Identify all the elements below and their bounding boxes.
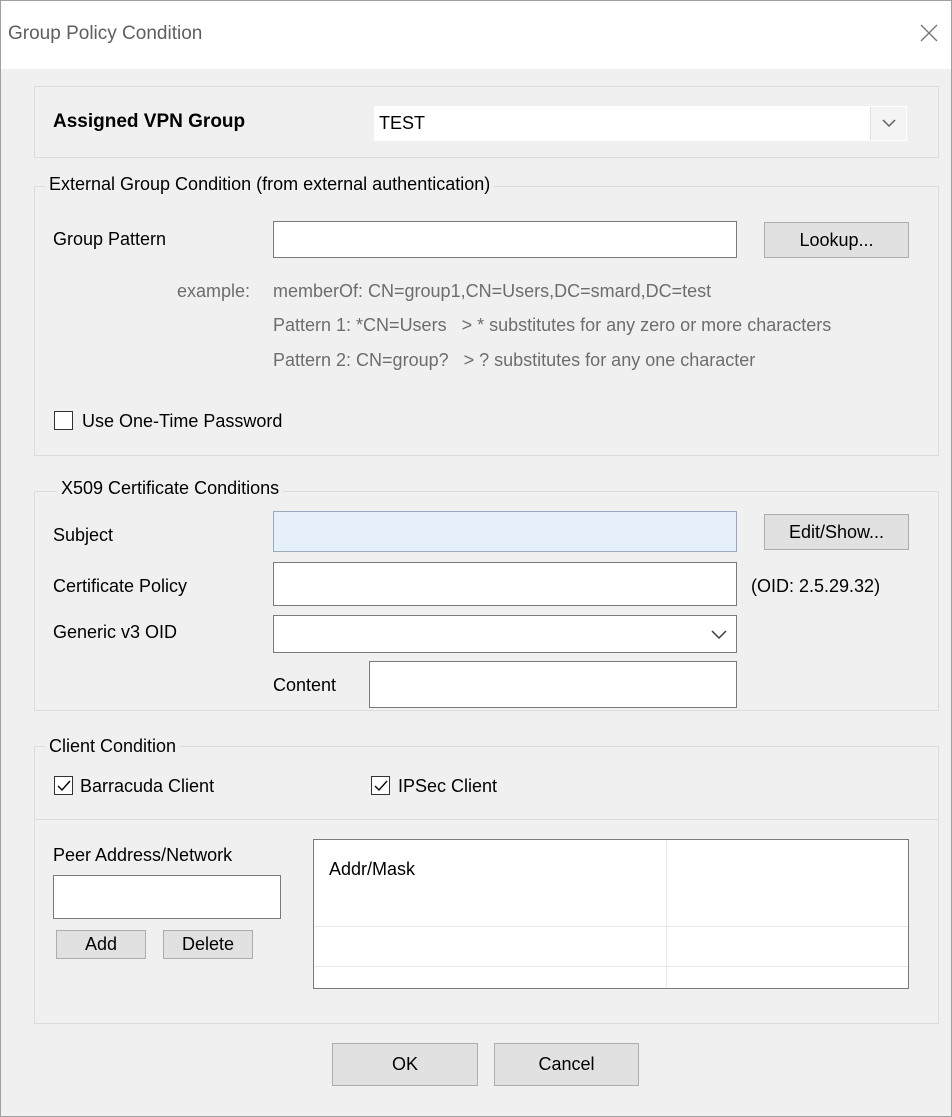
edit-show-button[interactable]: Edit/Show... [764,514,909,550]
list-row-line [314,966,908,967]
peer-address-input[interactable] [53,875,281,919]
content-label: Content [273,675,337,695]
subject-input[interactable] [273,511,737,552]
close-button[interactable] [907,11,951,55]
x509-legend: X509 Certificate Conditions [57,478,284,499]
lookup-button[interactable]: Lookup... [764,222,909,258]
pattern-1-hint: Pattern 1: *CN=Users > * substitutes for… [273,315,832,335]
otp-checkbox[interactable] [54,411,73,430]
cancel-button[interactable]: Cancel [494,1043,639,1086]
ipsec-client-checkbox[interactable] [371,776,390,795]
ok-button[interactable]: OK [332,1043,478,1086]
checkmark-icon [57,780,71,792]
assigned-vpn-group-select[interactable]: TEST [374,106,907,141]
delete-button[interactable]: Delete [163,930,253,959]
ipsec-client-label: IPSec Client [398,776,498,796]
pattern-2-hint: Pattern 2: CN=group? > ? substitutes for… [273,350,756,370]
barracuda-client-checkbox[interactable] [54,776,73,795]
subject-label: Subject [53,525,114,545]
example-prefix: example: [177,281,251,301]
barracuda-client-label: Barracuda Client [80,776,215,796]
group-pattern-label: Group Pattern [53,229,167,249]
add-button[interactable]: Add [56,930,146,959]
example-line: memberOf: CN=group1,CN=Users,DC=smard,DC… [273,281,712,301]
addr-mask-column-header[interactable]: Addr/Mask [329,859,415,880]
peer-address-label: Peer Address/Network [53,845,233,865]
cert-policy-label: Certificate Policy [53,576,188,596]
group-pattern-input[interactable] [273,221,737,258]
content-input[interactable] [369,661,737,708]
close-icon [920,24,938,42]
peer-address-list[interactable]: Addr/Mask [313,839,909,989]
generic-oid-label: Generic v3 OID [53,622,178,642]
generic-oid-chevron-icon [704,618,734,650]
external-group-legend: External Group Condition (from external … [45,174,495,195]
client-condition-legend: Client Condition [45,736,181,757]
chevron-down-icon [870,107,906,140]
generic-oid-combo[interactable] [273,615,737,653]
dialog-window: Group Policy Condition Assigned VPN Grou… [0,0,952,1117]
title-bar: Group Policy Condition [1,1,951,69]
window-title: Group Policy Condition [8,23,203,44]
assigned-vpn-group-value: TEST [379,113,426,133]
client-divider [35,819,938,820]
checkmark-icon [374,780,388,792]
oid-note: (OID: 2.5.29.32) [751,576,881,596]
assigned-vpn-group-label: Assigned VPN Group [53,111,246,132]
cert-policy-input[interactable] [273,562,737,606]
otp-label: Use One-Time Password [82,411,283,431]
list-row-line [314,926,908,927]
